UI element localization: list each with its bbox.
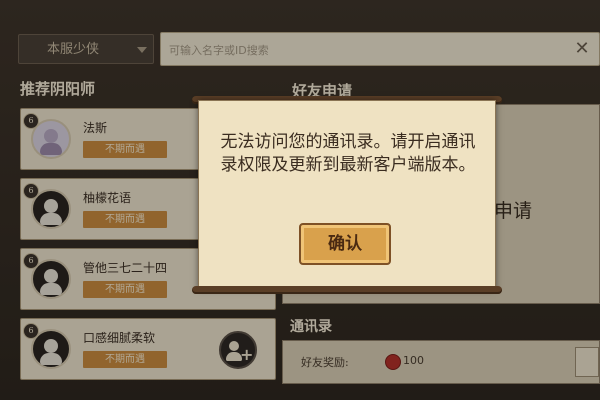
dialog-message: 无法访问您的通讯录。请开启通讯录权限及更新到最新客户端版本。 xyxy=(220,132,476,175)
friends-screen: 本服少侠 ✕ 推荐阴阳师 好友申请 6 法斯 不期而遇 xyxy=(0,0,600,400)
scroll-rod-bottom xyxy=(192,286,502,294)
permission-dialog: 无法访问您的通讯录。请开启通讯录权限及更新到最新客户端版本。 确认 xyxy=(198,100,496,290)
confirm-button[interactable]: 确认 xyxy=(299,223,391,265)
